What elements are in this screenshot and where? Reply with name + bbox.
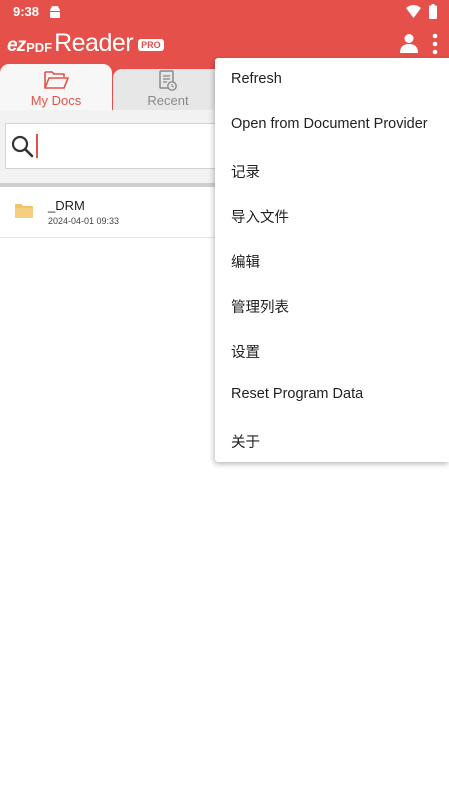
overflow-menu: Refresh Open from Document Provider 记录 导… <box>215 58 449 462</box>
tab-my-docs-label: My Docs <box>30 93 82 108</box>
menu-item-label: Refresh <box>231 71 282 87</box>
menu-item-about[interactable]: 关于 <box>215 418 449 463</box>
menu-item-label: 关于 <box>231 435 260 451</box>
app-logo: ez PDF Reader PRO <box>7 28 164 58</box>
battery-icon <box>429 4 437 19</box>
folder-open-icon <box>44 71 69 89</box>
tab-my-docs[interactable]: My Docs <box>0 64 112 110</box>
menu-item-label: Open from Document Provider <box>231 116 428 132</box>
menu-item-label: 管理列表 <box>231 300 289 316</box>
menu-item-settings[interactable]: 设置 <box>215 328 449 373</box>
menu-item-label: 导入文件 <box>231 210 289 226</box>
menu-item-open-from-document-provider[interactable]: Open from Document Provider <box>215 103 449 148</box>
more-vert-icon[interactable] <box>431 32 439 56</box>
menu-item-reset-program-data[interactable]: Reset Program Data <box>215 373 449 418</box>
menu-item-history[interactable]: 记录 <box>215 148 449 193</box>
android-icon <box>50 5 60 18</box>
logo-pdf: PDF <box>26 40 53 55</box>
status-bar: 9:38 <box>0 0 449 24</box>
user-icon[interactable] <box>400 33 418 53</box>
menu-item-refresh[interactable]: Refresh <box>215 58 449 103</box>
menu-item-label: 设置 <box>231 345 260 361</box>
file-name: _DRM <box>48 198 85 213</box>
logo-ez: ez <box>7 35 26 56</box>
logo-reader: Reader <box>54 29 134 57</box>
menu-item-label: Reset Program Data <box>231 386 364 402</box>
file-date: 2024-04-01 09:33 <box>48 216 120 226</box>
wifi-icon <box>406 5 421 18</box>
search-icon <box>11 135 34 158</box>
menu-item-manage-list[interactable]: 管理列表 <box>215 283 449 328</box>
status-time: 9:38 <box>13 4 40 19</box>
menu-item-edit[interactable]: 编辑 <box>215 238 449 283</box>
tab-recent-label: Recent <box>147 93 189 108</box>
recent-document-icon <box>159 70 177 91</box>
menu-item-label: 编辑 <box>231 255 260 271</box>
menu-item-import-file[interactable]: 导入文件 <box>215 193 449 238</box>
logo-pro-badge: PRO <box>138 39 164 51</box>
folder-icon <box>15 204 33 218</box>
tab-recent[interactable]: Recent <box>113 69 223 110</box>
menu-item-label: 记录 <box>231 165 260 181</box>
